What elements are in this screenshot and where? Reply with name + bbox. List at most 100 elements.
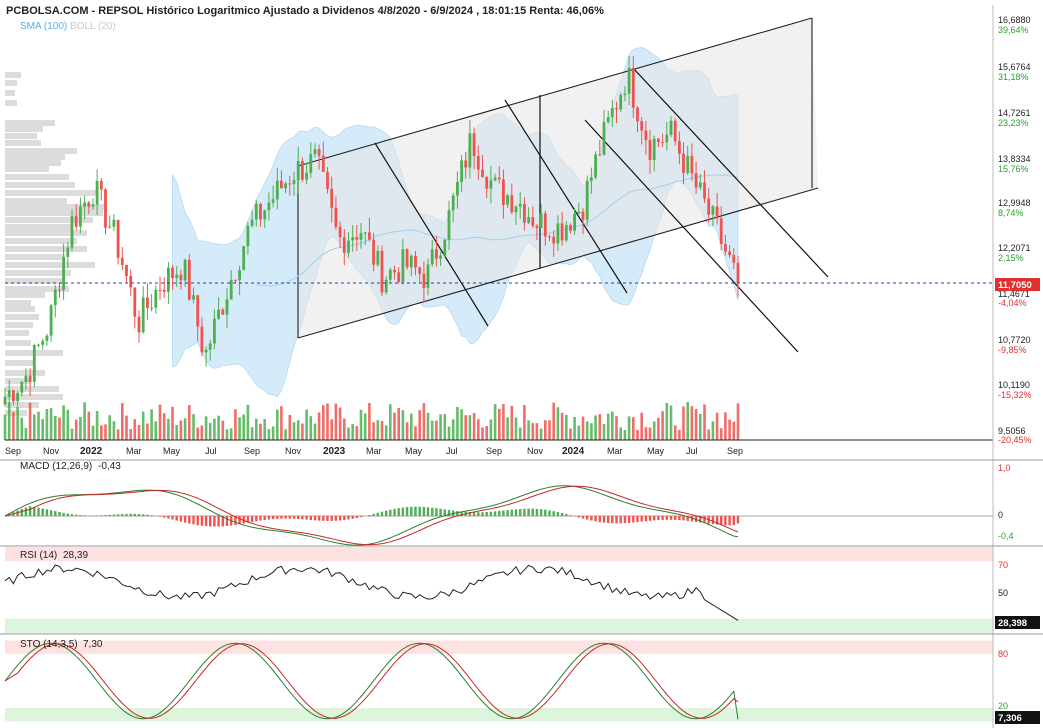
candle-body: [556, 223, 560, 244]
candle-body: [539, 213, 543, 228]
volume-bar: [234, 409, 237, 440]
sto-label: STO (14,3,5): [20, 639, 78, 650]
volume-bar: [443, 414, 447, 440]
candle-body: [129, 275, 133, 288]
candle-body: [456, 181, 459, 196]
volume-bar: [100, 425, 103, 440]
macd-histogram-bar: [116, 514, 120, 516]
macd-histogram-bar: [485, 512, 488, 516]
candle-body: [485, 177, 489, 189]
volume-profile-bar: [5, 160, 61, 166]
sto-last: 7,306: [998, 713, 1022, 724]
volume-bar: [200, 425, 204, 440]
candle-body: [305, 172, 308, 180]
macd-histogram-bar: [70, 514, 74, 516]
candle-body: [489, 180, 493, 189]
volume-profile-bar: [5, 238, 77, 244]
volume-profile-bar: [5, 120, 55, 126]
macd-histogram-bar: [380, 511, 384, 516]
volume-bar: [204, 416, 208, 440]
macd-histogram-bar: [665, 516, 668, 520]
candle-body: [112, 219, 116, 227]
sto-k-line: [4, 642, 739, 720]
volume-bar: [506, 417, 509, 440]
pct-label: 39,64%: [998, 25, 1029, 35]
candle-body: [179, 274, 183, 281]
candle-body: [552, 236, 556, 244]
candle-body: [451, 195, 455, 211]
volume-bar: [263, 419, 266, 440]
macd-histogram-bar: [355, 516, 358, 518]
volume-bar: [150, 409, 153, 440]
volume-bar: [355, 426, 359, 440]
volume-bar: [502, 404, 505, 440]
candle-body: [690, 156, 694, 174]
volume-bar: [330, 419, 333, 440]
macd-histogram-bar: [732, 516, 735, 526]
x-label: Sep: [244, 446, 260, 456]
candle-body: [443, 239, 447, 256]
volume-bar: [20, 417, 24, 440]
price-label: 14,7261: [998, 108, 1031, 118]
volume-bar: [514, 417, 518, 440]
candle-body: [192, 295, 195, 300]
candle-body: [213, 318, 216, 344]
volume-bar: [33, 414, 36, 440]
macd-histogram-bar: [544, 509, 547, 516]
candle-body: [158, 289, 162, 291]
macd-histogram-bar: [674, 516, 677, 520]
macd-histogram-bar: [83, 515, 86, 516]
volume-bar: [678, 429, 681, 440]
candle-body: [376, 251, 380, 265]
rsi-axis-label: 70: [998, 560, 1008, 570]
candle-body: [535, 225, 539, 228]
volume-bar: [606, 413, 610, 440]
volume-bar: [79, 416, 82, 440]
volume-bar: [623, 430, 627, 440]
candle-body: [171, 267, 174, 278]
volume-bar: [16, 406, 19, 440]
candle-body: [32, 345, 36, 382]
volume-profile-bar: [5, 80, 17, 86]
macd-histogram-bar: [736, 516, 740, 524]
macd-histogram-bar: [539, 509, 543, 516]
volume-bar: [284, 429, 287, 440]
candle-body: [703, 182, 706, 199]
rsi-overbought-zone: [5, 547, 993, 562]
candle-body: [284, 183, 287, 189]
candle-body: [615, 108, 618, 110]
candle-body: [355, 237, 359, 240]
macd-histogram-bar: [598, 516, 601, 523]
macd-histogram-bar: [615, 516, 618, 524]
volume-bar: [673, 425, 677, 440]
macd-histogram-bar: [41, 508, 44, 516]
macd-histogram-bar: [586, 516, 589, 520]
pct-label: -15,32%: [998, 390, 1032, 400]
volume-profile-bar: [5, 198, 67, 204]
candle-body: [221, 309, 225, 315]
x-label: 2023: [323, 446, 346, 457]
volume-bar: [217, 415, 220, 440]
macd-histogram-bar: [548, 510, 551, 516]
candle-body: [476, 156, 480, 170]
volume-bar: [276, 409, 279, 440]
macd-histogram-bar: [590, 516, 593, 521]
rsi-axis-label: 50: [998, 588, 1008, 598]
volume-bar: [108, 415, 111, 440]
volume-bar: [196, 427, 199, 440]
macd-histogram-bar: [640, 516, 643, 522]
x-label: Sep: [486, 446, 502, 456]
candle-body: [518, 204, 522, 207]
volume-profile-bar: [5, 126, 43, 132]
volume-profile-bar: [5, 133, 37, 139]
macd-histogram-bar: [209, 516, 212, 527]
pct-label: -20,45%: [998, 435, 1032, 445]
candle-body: [506, 195, 509, 205]
x-label: Jul: [446, 446, 458, 456]
volume-bar: [393, 412, 396, 440]
macd-histogram-bar: [535, 508, 539, 516]
volume-bar: [699, 414, 702, 440]
volume-bar: [397, 407, 400, 440]
volume-profile-bar: [5, 360, 35, 366]
candle-body: [74, 216, 78, 227]
